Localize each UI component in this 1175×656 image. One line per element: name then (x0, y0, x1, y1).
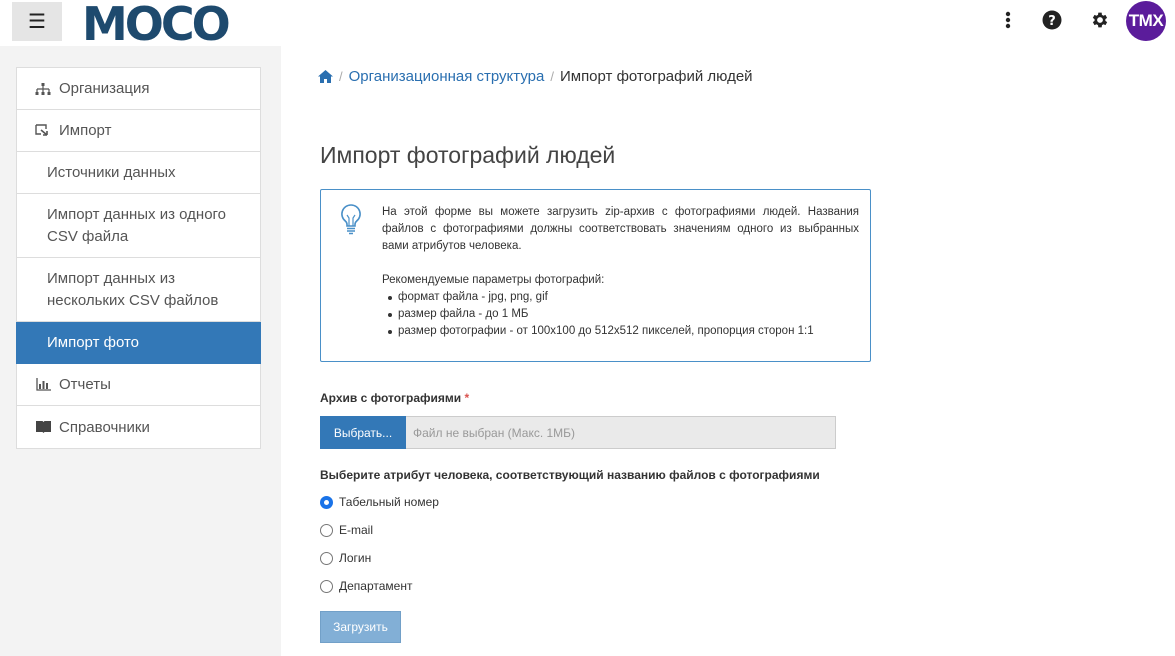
upload-button[interactable]: Загрузить (320, 611, 401, 643)
info-paragraph: На этой форме вы можете загрузить zip-ар… (382, 206, 859, 252)
svg-text:MOCO: MOCO (82, 2, 229, 44)
sidebar-item-label: Импорт (59, 122, 112, 139)
sidebar-item-organization[interactable]: Организация (17, 68, 260, 110)
sidebar-item-label: Справочники (59, 418, 150, 436)
sidebar-item-data-sources[interactable]: Источники данных (17, 152, 260, 194)
radio-button[interactable] (320, 523, 333, 537)
radio-label: E-mail (339, 523, 374, 537)
radio-option-email[interactable]: E-mail (320, 523, 373, 537)
book-icon (31, 421, 55, 433)
menu-toggle-button[interactable]: ☰ (12, 2, 62, 41)
sidebar-item-label: Импорт данных из нескольких CSV файлов (47, 269, 219, 309)
sidebar-item-directories[interactable]: Справочники (17, 406, 260, 448)
sidebar-item-import-multiple-csv[interactable]: Импорт данных из нескольких CSV файлов (17, 258, 260, 322)
moco-logo[interactable]: MOCO (80, 2, 240, 44)
sidebar-item-label: Импорт данных из одного CSV файла (47, 205, 227, 245)
breadcrumb-separator: / (550, 69, 554, 84)
radio-button-checked[interactable] (320, 495, 333, 509)
breadcrumb-current: Импорт фотографий людей (559, 68, 753, 85)
info-params-list: формат файла - jpg, png, gif размер файл… (388, 289, 859, 340)
choose-file-button[interactable]: Выбрать... (320, 416, 406, 449)
breadcrumb-separator: / (339, 69, 343, 84)
list-item: размер файла - до 1 МБ (388, 306, 859, 323)
help-icon[interactable]: ? (1040, 8, 1064, 32)
svg-text:?: ? (1048, 14, 1056, 29)
radio-option-department[interactable]: Департамент (320, 579, 412, 593)
sidebar-item-reports[interactable]: Отчеты (17, 364, 260, 406)
more-vertical-icon[interactable] (996, 8, 1020, 32)
radio-button[interactable] (320, 551, 333, 565)
lightbulb-icon (339, 203, 363, 242)
gear-icon[interactable] (1088, 8, 1112, 32)
radio-option-login[interactable]: Логин (320, 551, 371, 565)
sidebar-item-import-photo[interactable]: Импорт фото (16, 322, 261, 364)
sidebar-item-label: Импорт фото (47, 333, 140, 351)
file-input: Выбрать... Файл не выбран (Макс. 1МБ) (320, 416, 836, 449)
sidebar-item-label: Организация (59, 80, 150, 97)
home-icon[interactable] (318, 70, 333, 83)
sidebar-item-label: Источники данных (47, 163, 176, 181)
hamburger-icon: ☰ (28, 10, 46, 33)
radio-button[interactable] (320, 579, 333, 593)
top-bar: ☰ MOCO ? TMX (0, 0, 1175, 46)
user-avatar[interactable]: TMX (1126, 1, 1166, 41)
required-mark: * (464, 391, 470, 405)
page-title: Импорт фотографий людей (320, 142, 616, 168)
radio-option-employee-number[interactable]: Табельный номер (320, 495, 439, 509)
radio-label: Табельный номер (339, 495, 439, 509)
radio-label: Логин (339, 551, 372, 565)
sidebar-menu: Организация Импорт Источники данных Импо… (16, 67, 261, 449)
sidebar-item-import[interactable]: Импорт (17, 110, 260, 152)
sidebar-item-label: Отчеты (59, 376, 111, 393)
sidebar-item-import-single-csv[interactable]: Импорт данных из одного CSV файла (17, 194, 260, 258)
breadcrumb: / Организационная структура / Импорт фот… (318, 68, 753, 85)
import-icon (31, 123, 55, 138)
radio-label: Департамент (339, 579, 413, 593)
archive-label: Архив с фотографиями * (320, 391, 469, 405)
chart-icon (31, 378, 55, 391)
breadcrumb-link-org-structure[interactable]: Организационная структура (349, 68, 545, 85)
list-item: формат файла - jpg, png, gif (388, 289, 859, 306)
file-name-field[interactable]: Файл не выбран (Макс. 1МБ) (406, 416, 836, 449)
archive-label-text: Архив с фотографиями (320, 391, 462, 405)
info-params-title: Рекомендуемые параметры фотографий: (382, 274, 605, 286)
org-structure-icon (31, 82, 55, 95)
list-item: размер фотографии - от 100х100 до 512х51… (388, 323, 859, 340)
attribute-label: Выберите атрибут человека, соответствующ… (320, 468, 820, 482)
info-box: На этой форме вы можете загрузить zip-ар… (320, 189, 871, 362)
